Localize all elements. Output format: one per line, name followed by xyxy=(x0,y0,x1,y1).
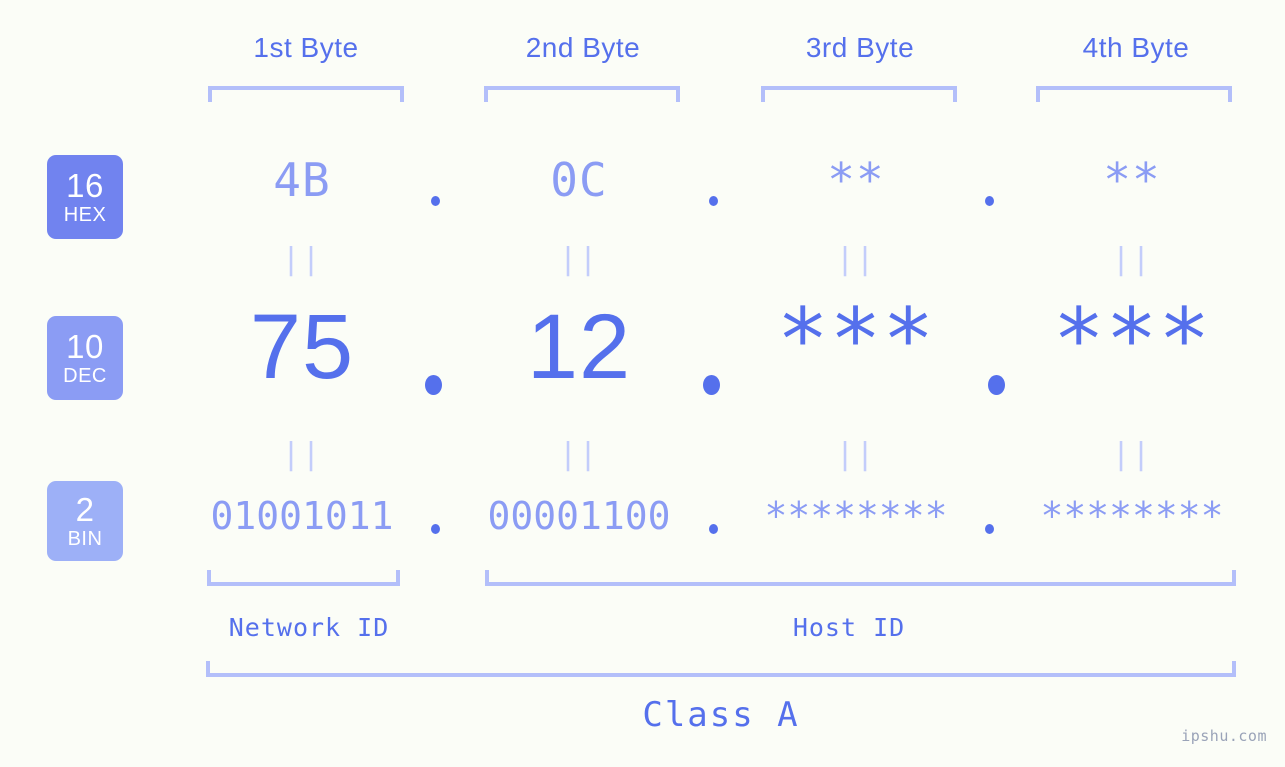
dec-byte-value-2: 12 xyxy=(526,296,632,398)
bin-dot-separator-2 xyxy=(709,524,718,534)
bin-dot-separator-3 xyxy=(985,524,994,534)
bin-byte-value-2: 00001100 xyxy=(487,494,671,538)
connector-dec-bin-2: || xyxy=(558,437,600,472)
connector-hex-dec-4: || xyxy=(1111,242,1153,277)
byte-bracket-top-1 xyxy=(208,86,404,102)
watermark: ipshu.com xyxy=(1181,727,1267,745)
hex-byte-value-4: ** xyxy=(1103,153,1161,207)
hex-dot-separator-3 xyxy=(985,196,994,206)
bin-byte-value-4: ******** xyxy=(1040,494,1224,538)
base-badge-bin-abbr: BIN xyxy=(67,528,103,550)
byte-bracket-top-2 xyxy=(484,86,680,102)
network-id-bracket xyxy=(207,570,400,586)
network-id-label: Network ID xyxy=(228,613,390,642)
base-badge-hex-number: 16 xyxy=(66,167,104,204)
base-badge-bin-number: 2 xyxy=(75,491,95,528)
bin-dot-separator-1 xyxy=(431,524,440,534)
base-badge-dec-abbr: DEC xyxy=(63,365,107,387)
base-badge-hex: 16 HEX xyxy=(47,155,123,239)
bin-byte-value-3: ******** xyxy=(764,494,948,538)
byte-bracket-top-4 xyxy=(1036,86,1232,102)
hex-dot-separator-2 xyxy=(709,196,718,206)
host-id-label: Host ID xyxy=(792,613,906,642)
connector-dec-bin-3: || xyxy=(835,437,877,472)
class-bracket xyxy=(206,661,1236,677)
dec-byte-value-3: *** xyxy=(776,290,936,390)
base-badge-bin: 2 BIN xyxy=(47,481,123,561)
connector-hex-dec-2: || xyxy=(558,242,600,277)
bin-byte-value-1: 01001011 xyxy=(210,494,394,538)
byte-header-label-1: 1st Byte xyxy=(253,32,359,63)
hex-byte-value-3: ** xyxy=(827,153,885,207)
dec-dot-separator-1 xyxy=(425,375,442,395)
host-id-bracket xyxy=(485,570,1236,586)
byte-header-label-3: 3rd Byte xyxy=(805,32,915,63)
connector-dec-bin-1: || xyxy=(281,437,323,472)
class-label: Class A xyxy=(642,695,800,735)
base-badge-hex-abbr: HEX xyxy=(63,204,107,226)
dec-dot-separator-3 xyxy=(988,375,1005,395)
byte-bracket-top-3 xyxy=(761,86,957,102)
base-badge-dec: 10 DEC xyxy=(47,316,123,400)
connector-hex-dec-3: || xyxy=(835,242,877,277)
hex-byte-value-1: 4B xyxy=(273,153,331,207)
hex-dot-separator-1 xyxy=(431,196,440,206)
dec-dot-separator-2 xyxy=(703,375,720,395)
byte-header-label-2: 2nd Byte xyxy=(525,32,641,63)
connector-dec-bin-4: || xyxy=(1111,437,1153,472)
base-badge-dec-number: 10 xyxy=(66,328,104,365)
connector-hex-dec-1: || xyxy=(281,242,323,277)
dec-byte-value-1: 75 xyxy=(249,296,355,398)
byte-header-label-4: 4th Byte xyxy=(1082,32,1190,63)
dec-byte-value-4: *** xyxy=(1052,290,1212,390)
hex-byte-value-2: 0C xyxy=(550,153,608,207)
ip-address-breakdown-diagram: 1st Byte 2nd Byte 3rd Byte 4th Byte 16 H… xyxy=(0,0,1285,767)
